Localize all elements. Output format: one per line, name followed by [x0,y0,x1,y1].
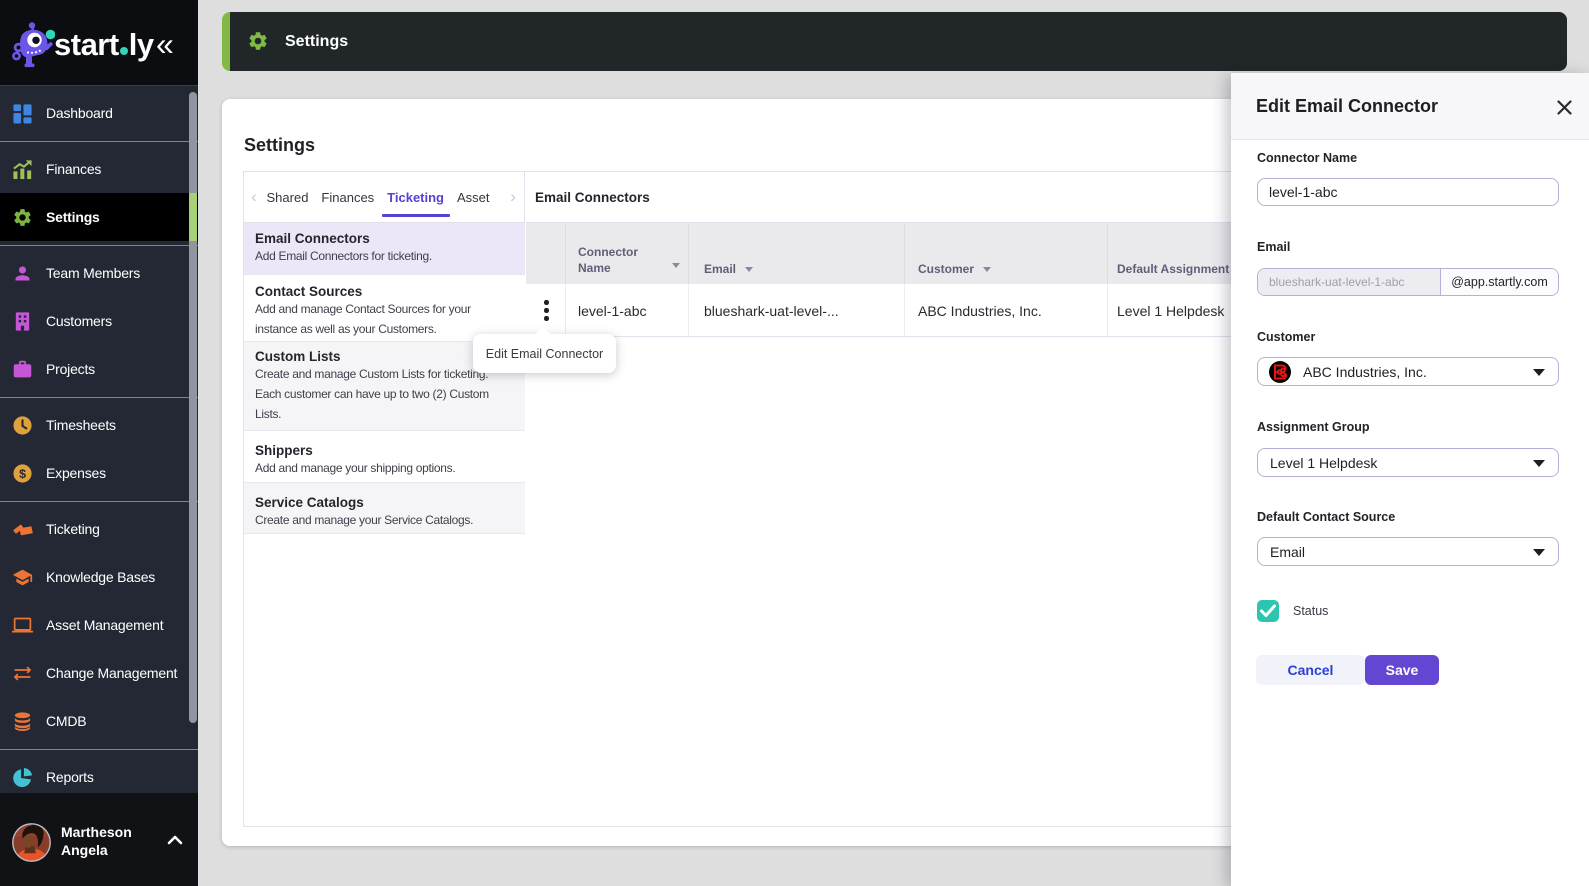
svg-text:$: $ [19,466,26,480]
